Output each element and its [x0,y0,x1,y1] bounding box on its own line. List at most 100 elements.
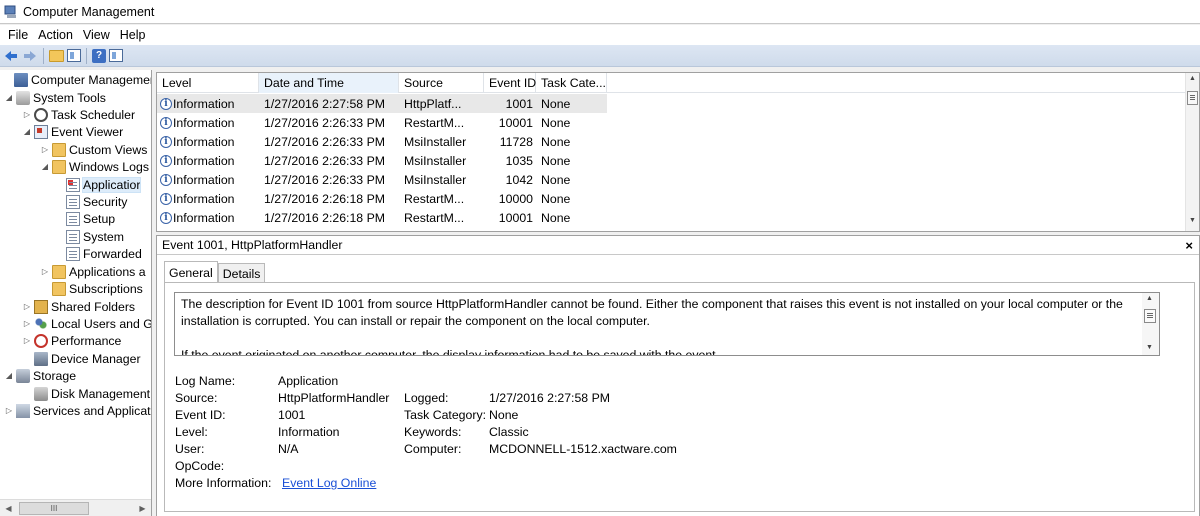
column-date-and-time[interactable]: Date and Time [259,73,399,93]
log-icon [66,246,80,261]
tree-item-label: Storage [33,368,77,383]
task-scheduler-icon [34,107,48,122]
tree-item-device-manager[interactable]: Device Manager [32,350,141,367]
expand-triangle-icon[interactable]: ▷ [22,302,32,311]
scroll-up-icon[interactable]: ▲ [1146,295,1153,302]
tree-item-label: Security [83,194,128,209]
event-id: 10001 [498,210,533,225]
tree-horizontal-scrollbar[interactable]: ◀ III ▶ [0,499,151,516]
device-manager-icon [34,351,48,366]
tree-item-storage[interactable]: ◢ Storage [4,367,76,384]
scroll-left-icon[interactable]: ◀ [0,504,17,513]
expand-triangle-icon[interactable]: ▷ [22,110,32,119]
event-datetime: 1/27/2016 2:26:33 PM [264,172,386,187]
event-source: MsiInstaller [404,153,467,168]
scroll-right-icon[interactable]: ▶ [134,504,151,513]
log-name-label: Log Name: [175,374,236,388]
tree-item-task-scheduler[interactable]: ▷ Task Scheduler [22,106,135,123]
menu-help[interactable]: Help [116,28,150,42]
scroll-down-icon[interactable]: ▼ [1186,217,1199,229]
tree-item-label: Forwarded [83,246,142,261]
collapse-triangle-icon[interactable]: ◢ [22,127,32,136]
expand-triangle-icon[interactable]: ▷ [22,336,32,345]
scrollbar-thumb[interactable] [1144,309,1156,323]
expand-triangle-icon[interactable]: ▷ [40,267,50,276]
properties-icon[interactable] [109,49,123,62]
column-source[interactable]: Source [399,73,484,93]
folder-icon [52,142,66,157]
tree-item-security[interactable]: Security [64,193,127,210]
tree-item-shared-folders[interactable]: ▷ Shared Folders [22,298,135,315]
log-icon [66,194,80,209]
tree-item-system[interactable]: System [64,228,124,245]
event-level: Information [173,153,235,168]
event-log-online-link[interactable]: Event Log Online [282,476,376,490]
tree-item-forwarded[interactable]: Forwarded [64,245,142,262]
tree-item-setup[interactable]: Setup [64,210,115,227]
menu-view[interactable]: View [79,28,114,42]
event-task-category: None [541,153,571,168]
source-label: Source: [175,391,218,405]
scrollbar-thumb[interactable] [1187,91,1198,105]
tree-item-system-tools[interactable]: ◢ System Tools [4,89,106,106]
tree-item-performance[interactable]: ▷ Performance [22,332,121,349]
collapse-triangle-icon[interactable]: ◢ [4,93,14,102]
table-row[interactable]: i Information 1/27/2016 2:26:33 PM MsiIns… [157,170,607,189]
expand-triangle-icon[interactable]: ▷ [40,145,50,154]
tab-general[interactable]: General [164,261,218,283]
computer-label: Computer: [404,442,462,456]
event-task-category: None [541,172,571,187]
tree-item-subscriptions[interactable]: Subscriptions [50,280,143,297]
table-row[interactable]: i Information 1/27/2016 2:26:33 PM MsiIns… [157,151,607,170]
event-level: Information [173,172,235,187]
expand-triangle-icon[interactable]: ▷ [22,319,32,328]
column-event-id[interactable]: Event ID [484,73,536,93]
scroll-up-icon[interactable]: ▲ [1186,75,1199,87]
collapse-triangle-icon[interactable]: ◢ [4,371,14,380]
scroll-down-icon[interactable]: ▼ [1146,344,1153,351]
tree-item-disk-management[interactable]: Disk Management [32,385,150,402]
collapse-triangle-icon[interactable]: ◢ [40,162,50,171]
task-category-value: None [489,408,519,422]
table-row[interactable]: i Information 1/27/2016 2:26:18 PM Restar… [157,189,607,208]
show-hide-tree-icon[interactable] [67,49,81,62]
folder-icon [52,159,66,174]
tab-details[interactable]: Details [217,263,266,283]
close-icon[interactable]: × [1185,236,1193,255]
tree-item-windows-logs[interactable]: ◢ Windows Logs [40,158,149,175]
tree-item-services-and-applications[interactable]: ▷ Services and Applicat [4,402,151,419]
event-source: MsiInstaller [404,172,467,187]
table-row[interactable]: i Information 1/27/2016 2:26:33 PM MsiIns… [157,132,607,151]
description-scrollbar[interactable]: ▲ ▼ [1142,293,1159,355]
up-folder-icon[interactable] [49,49,64,62]
event-description-box[interactable]: The description for Event ID 1001 from s… [174,292,1160,356]
expand-triangle-icon[interactable]: ▷ [4,406,14,415]
tree-item-local-users[interactable]: ▷ Local Users and G [22,315,151,332]
scrollbar-thumb[interactable]: III [19,501,89,515]
table-row[interactable]: i Information 1/27/2016 2:26:18 PM Restar… [157,208,607,227]
logged-label: Logged: [404,391,449,405]
event-list-vertical-scrollbar[interactable]: ▲ ▼ [1185,73,1199,231]
event-list: Level Date and Time Source Event ID Task… [156,72,1200,232]
tree-item-application[interactable]: Applicatior [64,176,142,193]
event-id-value: 1001 [278,408,306,422]
title-bar: Computer Management [0,0,1200,24]
back-arrow-icon[interactable] [3,48,19,64]
table-row[interactable]: i Information 1/27/2016 2:27:58 PM HttpPl… [157,94,607,113]
level-value: Information [278,425,340,439]
event-description-text: If the event originated on another compu… [181,348,719,356]
column-task-category[interactable]: Task Cate... [536,73,607,93]
help-icon[interactable]: ? [92,48,106,63]
log-icon [66,229,80,244]
tree-item-computer-management[interactable]: Computer Management [2,71,151,88]
tree-item-event-viewer[interactable]: ◢ Event Viewer [22,123,123,140]
menu-bar: File Action View Help [0,25,1200,45]
column-level[interactable]: Level [157,73,259,93]
menu-file[interactable]: File [4,28,32,42]
information-icon: i [160,117,172,130]
table-row[interactable]: i Information 1/27/2016 2:26:33 PM Restar… [157,113,607,132]
tree-item-applications-and-services[interactable]: ▷ Applications a [40,263,146,280]
tree-item-custom-views[interactable]: ▷ Custom Views [40,141,147,158]
menu-action[interactable]: Action [34,28,77,42]
forward-arrow-icon[interactable] [22,48,38,64]
